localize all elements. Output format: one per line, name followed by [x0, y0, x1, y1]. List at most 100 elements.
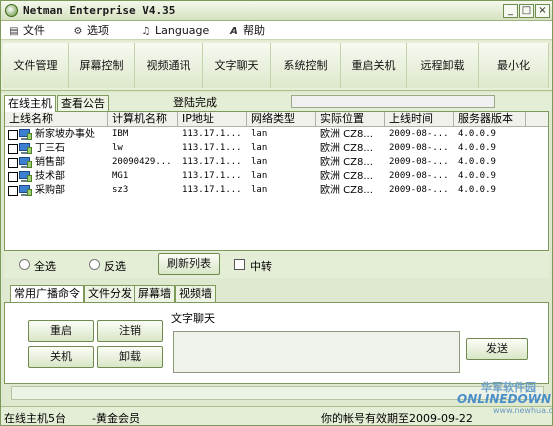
cell-version: 4.0.0.9: [458, 185, 496, 195]
tab-file-distribution[interactable]: 文件分发: [84, 285, 136, 302]
file-manage-button[interactable]: 文件管理: [3, 43, 69, 88]
screen-control-button[interactable]: 屏幕控制: [69, 43, 135, 88]
col-network-type[interactable]: 网络类型: [247, 112, 316, 127]
table-row[interactable]: 销售部 20090429... 113.17.1... lan 欧洲 CZ8..…: [5, 156, 548, 170]
cell-computer-name: lw: [112, 143, 123, 153]
title-bar[interactable]: Netman Enterprise V4.35 _ □ ×: [1, 1, 552, 21]
cell-location: 欧洲 CZ8...: [320, 157, 373, 168]
menu-file[interactable]: ▤ 文件: [7, 23, 45, 38]
refresh-list-button[interactable]: 刷新列表: [158, 253, 220, 275]
cell-online-name: 新家坡办事处: [35, 129, 95, 140]
options-icon: ⚙: [73, 26, 83, 37]
cell-location: 欧洲 CZ8...: [320, 143, 373, 154]
menu-language[interactable]: ♫ Language: [139, 23, 210, 38]
table-row[interactable]: 新家坡办事处 IBM 113.17.1... lan 欧洲 CZ8... 200…: [5, 128, 548, 142]
watermark-en: ONLINEDOWN: [457, 392, 552, 406]
cell-ip: 113.17.1...: [182, 129, 242, 139]
cell-time: 2009-08-...: [389, 143, 449, 153]
host-table: 上线名称 计算机名称 IP地址 网络类型 实际位置 上线时间 服务器版本 新家坡…: [4, 111, 549, 251]
cell-version: 4.0.0.9: [458, 171, 496, 181]
login-status: 登陆完成: [173, 96, 217, 109]
chat-input[interactable]: [173, 331, 460, 373]
tab-video-wall[interactable]: 视频墙: [175, 285, 216, 302]
col-ip-address[interactable]: IP地址: [178, 112, 247, 127]
tab-broadcast-commands[interactable]: 常用广播命令: [10, 285, 84, 302]
cell-online-name: 销售部: [35, 157, 65, 168]
cell-time: 2009-08-...: [389, 129, 449, 139]
online-count: 在线主机5台: [4, 412, 66, 425]
cell-online-name: 丁三石: [35, 143, 65, 154]
menu-language-label: Language: [155, 24, 210, 37]
lower-tabs: 常用广播命令 文件分发 屏幕墙 视频墙: [4, 284, 549, 302]
restart-shutdown-button[interactable]: 重启关机: [341, 43, 407, 88]
send-button[interactable]: 发送: [466, 338, 528, 360]
col-location[interactable]: 实际位置: [316, 112, 385, 127]
menu-help-label: 帮助: [243, 24, 265, 37]
col-online-name[interactable]: 上线名称: [5, 112, 108, 127]
table-header: 上线名称 计算机名称 IP地址 网络类型 实际位置 上线时间 服务器版本: [5, 112, 548, 127]
tab-online-hosts[interactable]: 在线主机: [4, 95, 56, 112]
cell-computer-name: 20090429...: [112, 157, 172, 167]
menu-options-label: 选项: [87, 24, 109, 37]
tab-screen-wall[interactable]: 屏幕墙: [134, 285, 175, 302]
cell-ip: 113.17.1...: [182, 185, 242, 195]
uninstall-button[interactable]: 卸载: [97, 346, 163, 368]
app-window: Netman Enterprise V4.35 _ □ × ▤ 文件 ⚙ 选项 ♫ L…: [0, 0, 553, 426]
menu-help[interactable]: A 帮助: [227, 23, 265, 38]
select-all-radio[interactable]: [19, 259, 30, 270]
close-button[interactable]: ×: [535, 4, 550, 18]
table-row[interactable]: 丁三石 lw 113.17.1... lan 欧洲 CZ8... 2009-08…: [5, 142, 548, 156]
col-computer-name[interactable]: 计算机名称: [108, 112, 178, 127]
row-checkbox[interactable]: [8, 172, 18, 182]
table-row[interactable]: 采购部 sz3 113.17.1... lan 欧洲 CZ8... 2009-0…: [5, 184, 548, 198]
logout-button[interactable]: 注销: [97, 320, 163, 342]
minimize-to-tray-button[interactable]: 最小化: [479, 43, 549, 88]
cell-time: 2009-08-...: [389, 185, 449, 195]
menu-file-label: 文件: [23, 24, 45, 37]
video-call-button[interactable]: 视频通讯: [135, 43, 203, 88]
shutdown-button[interactable]: 关机: [28, 346, 94, 368]
select-all-label[interactable]: 全选: [34, 258, 56, 274]
chat-label: 文字聊天: [171, 312, 215, 325]
maximize-button[interactable]: □: [519, 4, 534, 18]
tab-announcements[interactable]: 查看公告: [57, 95, 109, 111]
progress-bar: [291, 95, 495, 108]
account-expiry: 你的帐号有效期至2009-09-22: [321, 412, 473, 425]
row-checkbox[interactable]: [8, 130, 18, 140]
cell-location: 欧洲 CZ8...: [320, 171, 373, 182]
cell-network: lan: [251, 157, 268, 167]
row-checkbox[interactable]: [8, 144, 18, 154]
col-online-time[interactable]: 上线时间: [385, 112, 454, 127]
minimize-button[interactable]: _: [503, 4, 518, 18]
cell-network: lan: [251, 129, 268, 139]
cell-ip: 113.17.1...: [182, 143, 242, 153]
system-control-button[interactable]: 系统控制: [271, 43, 341, 88]
cell-network: lan: [251, 185, 268, 195]
cell-version: 4.0.0.9: [458, 157, 496, 167]
window-title: Netman Enterprise V4.35: [23, 4, 176, 17]
selection-bar: 全选 反选 刷新列表 中转: [4, 251, 549, 278]
col-server-version[interactable]: 服务器版本: [454, 112, 526, 127]
cell-ip: 113.17.1...: [182, 157, 242, 167]
cell-location: 欧洲 CZ8...: [320, 185, 373, 196]
relay-checkbox[interactable]: [234, 259, 245, 270]
status-bar: 在线主机5台 -黄金会员 你的帐号有效期至2009-09-22: [1, 406, 552, 425]
invert-selection-radio[interactable]: [89, 259, 100, 270]
table-row[interactable]: 技术部 MG1 113.17.1... lan 欧洲 CZ8... 2009-0…: [5, 170, 548, 184]
text-chat-button[interactable]: 文字聊天: [203, 43, 271, 88]
toolbar: 文件管理 屏幕控制 视频通讯 文字聊天 系统控制 重启关机 远程卸载 最小化: [1, 41, 552, 91]
cell-online-name: 技术部: [35, 171, 65, 182]
cell-network: lan: [251, 143, 268, 153]
row-checkbox[interactable]: [8, 158, 18, 168]
file-icon: ▤: [9, 26, 19, 37]
row-checkbox[interactable]: [8, 186, 18, 196]
language-icon: ♫: [141, 26, 151, 37]
help-icon: A: [230, 26, 238, 37]
cell-version: 4.0.0.9: [458, 129, 496, 139]
restart-button[interactable]: 重启: [28, 320, 94, 342]
invert-selection-label[interactable]: 反选: [104, 258, 126, 274]
watermark-url: www.newhua.com: [493, 406, 553, 415]
relay-label[interactable]: 中转: [250, 258, 272, 274]
remote-uninstall-button[interactable]: 远程卸载: [407, 43, 479, 88]
menu-options[interactable]: ⚙ 选项: [71, 23, 109, 38]
